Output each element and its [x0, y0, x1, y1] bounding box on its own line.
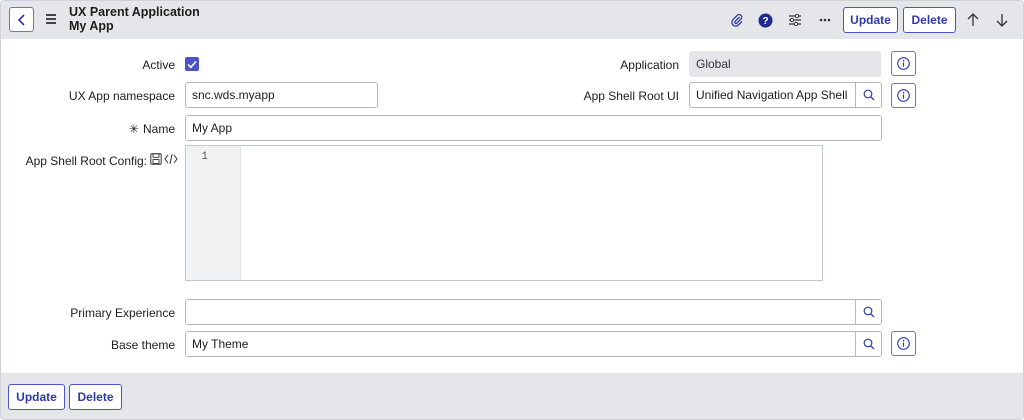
search-icon	[863, 306, 874, 318]
info-icon	[897, 337, 910, 350]
page-title-record: My App	[69, 19, 114, 33]
help-icon[interactable]: ?	[756, 11, 774, 29]
primary-experience-label: Primary Experience	[70, 306, 175, 320]
hamburger-menu-icon[interactable]	[46, 14, 56, 24]
info-icon	[897, 89, 910, 102]
checkmark-icon	[187, 60, 197, 68]
namespace-input[interactable]: snc.wds.myapp	[185, 82, 378, 108]
shell-root-ui-label: App Shell Root UI	[583, 89, 679, 103]
arrow-up-icon[interactable]	[964, 11, 982, 29]
primary-experience-lookup-button[interactable]	[856, 299, 882, 325]
editor-gutter: 1	[186, 146, 241, 280]
base-theme-input[interactable]: My Theme	[185, 331, 856, 357]
name-label: Name	[142, 122, 175, 136]
form-header: UX Parent Application My App ? Update De…	[1, 1, 1023, 39]
active-label: Active	[142, 58, 175, 72]
base-theme-info-button[interactable]	[891, 331, 916, 356]
application-field: Global	[689, 51, 881, 77]
chevron-left-icon	[17, 13, 25, 26]
application-info-button[interactable]	[891, 51, 916, 76]
settings-sliders-icon[interactable]	[786, 11, 804, 29]
name-label-group: ✳ Name	[129, 122, 175, 136]
footer-delete-button[interactable]: Delete	[69, 384, 122, 410]
active-checkbox[interactable]	[185, 57, 199, 71]
arrow-down-icon[interactable]	[993, 11, 1011, 29]
shell-root-ui-input[interactable]: Unified Navigation App Shell	[689, 82, 856, 108]
info-icon	[897, 57, 910, 70]
primary-experience-input[interactable]	[185, 299, 856, 325]
svg-text:?: ?	[762, 16, 768, 27]
form-footer: Update Delete	[1, 373, 1023, 419]
required-asterisk-icon: ✳	[128, 122, 139, 136]
namespace-label: UX App namespace	[68, 89, 175, 103]
shell-root-config-editor[interactable]: 1	[185, 145, 823, 281]
base-theme-lookup-button[interactable]	[856, 331, 882, 357]
header-update-button[interactable]: Update	[843, 7, 898, 33]
shell-root-ui-info-button[interactable]	[891, 83, 916, 108]
paperclip-icon[interactable]	[728, 11, 746, 29]
back-button[interactable]	[9, 7, 34, 32]
search-icon	[863, 338, 874, 350]
name-input[interactable]: My App	[185, 115, 882, 141]
footer-update-button[interactable]: Update	[8, 384, 65, 410]
application-label: Application	[620, 58, 679, 72]
save-icon[interactable]	[150, 153, 162, 165]
editor-line-number: 1	[201, 151, 208, 163]
shell-root-config-label: App Shell Root Config:	[25, 154, 147, 168]
form-window: UX Parent Application My App ? Update De…	[0, 0, 1024, 420]
page-title-table: UX Parent Application	[69, 5, 200, 19]
base-theme-label: Base theme	[110, 338, 175, 352]
shell-root-ui-lookup-button[interactable]	[856, 82, 882, 108]
header-delete-button[interactable]: Delete	[903, 7, 956, 33]
search-icon	[863, 89, 874, 101]
page-title: UX Parent Application My App	[69, 5, 200, 33]
more-icon[interactable]	[816, 11, 834, 29]
code-icon[interactable]	[164, 153, 178, 165]
